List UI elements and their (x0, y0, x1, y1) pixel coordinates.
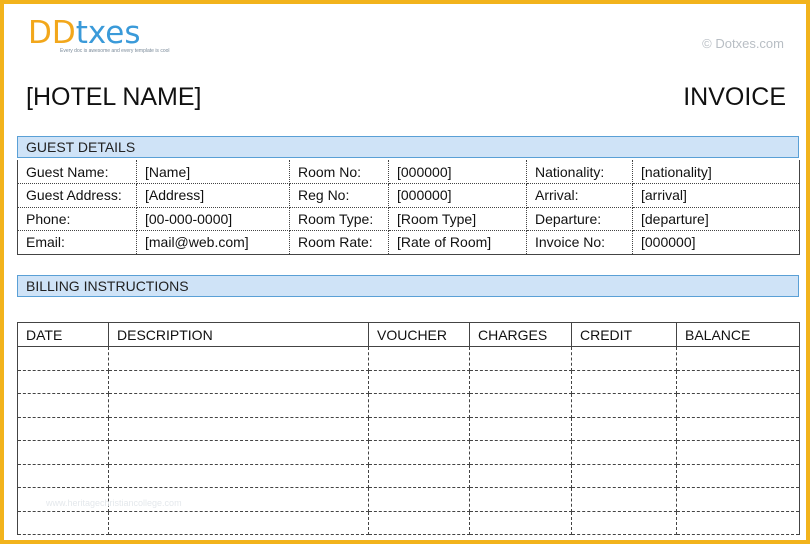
billing-cell[interactable] (469, 511, 572, 535)
billing-cell[interactable] (676, 464, 800, 488)
guest-value[interactable]: [mail@web.com] (136, 230, 290, 255)
billing-cell[interactable] (17, 511, 109, 535)
billing-cell[interactable] (469, 370, 572, 394)
billing-column-header: DESCRIPTION (108, 322, 369, 347)
billing-cell[interactable] (368, 511, 470, 535)
billing-cell[interactable] (469, 440, 572, 465)
billing-cell[interactable] (108, 393, 369, 418)
guest-label: Email: (17, 230, 137, 255)
guest-value[interactable]: [Name] (136, 160, 290, 184)
dotxes-logo: D Dtxes Every doc is awesome and every te… (28, 16, 170, 54)
billing-cell[interactable] (108, 417, 369, 441)
billing-row (17, 511, 800, 535)
billing-column-header: BALANCE (676, 322, 800, 347)
billing-cell[interactable] (571, 417, 677, 441)
billing-cell[interactable] (108, 370, 369, 394)
billing-cell[interactable] (17, 346, 109, 371)
guest-details-table: Guest Name: [Name] Room No: [000000] Nationa… (17, 160, 800, 255)
billing-cell[interactable] (368, 440, 470, 465)
guest-value[interactable]: [Address] (136, 183, 290, 208)
room-value[interactable]: [Room Type] (388, 207, 527, 231)
billing-cell[interactable] (571, 487, 677, 512)
watermark-text: www.heritagechristiancollege.com (46, 498, 182, 508)
billing-cell[interactable] (676, 487, 800, 512)
billing-cell[interactable] (676, 417, 800, 441)
billing-column-header: CHARGES (469, 322, 572, 347)
billing-cell[interactable] (571, 440, 677, 465)
room-label: Reg No: (289, 183, 389, 208)
billing-cell[interactable] (368, 487, 470, 512)
billing-cell[interactable] (17, 370, 109, 394)
billing-instructions-header: BILLING INSTRUCTIONS (17, 275, 799, 297)
info-value[interactable]: [000000] (632, 230, 800, 255)
billing-cell[interactable] (571, 393, 677, 418)
billing-cell[interactable] (108, 511, 369, 535)
billing-cell[interactable] (469, 464, 572, 488)
billing-cell[interactable] (676, 511, 800, 535)
billing-cell[interactable] (17, 417, 109, 441)
guest-label: Phone: (17, 207, 137, 231)
billing-cell[interactable] (676, 370, 800, 394)
guest-label: Guest Address: (17, 183, 137, 208)
billing-cell[interactable] (368, 464, 470, 488)
guest-row: Phone: [00-000-0000] Room Type: [Room Type]… (17, 207, 800, 231)
billing-cell[interactable] (368, 393, 470, 418)
billing-row (17, 370, 800, 394)
billing-cell[interactable] (571, 346, 677, 371)
invoice-title: INVOICE (683, 83, 786, 111)
billing-cell[interactable] (571, 511, 677, 535)
guest-label: Guest Name: (17, 160, 137, 184)
billing-cell[interactable] (469, 487, 572, 512)
billing-cell[interactable] (368, 346, 470, 371)
hotel-name: [HOTEL NAME] (26, 83, 202, 111)
billing-cell[interactable] (469, 417, 572, 441)
guest-row: Guest Address: [Address] Reg No: [000000] Ar… (17, 183, 800, 208)
billing-column-header: CREDIT (571, 322, 677, 347)
billing-row (17, 440, 800, 465)
guest-row: Guest Name: [Name] Room No: [000000] Nationa… (17, 160, 800, 184)
room-value[interactable]: [Rate of Room] (388, 230, 527, 255)
info-value[interactable]: [departure] (632, 207, 800, 231)
billing-cell[interactable] (108, 346, 369, 371)
billing-cell[interactable] (469, 393, 572, 418)
billing-cell[interactable] (676, 440, 800, 465)
billing-row (17, 464, 800, 488)
guest-value[interactable]: [00-000-0000] (136, 207, 290, 231)
billing-cell[interactable] (368, 417, 470, 441)
guest-row: Email: [mail@web.com] Room Rate: [Rate of R… (17, 230, 800, 255)
room-value[interactable]: [000000] (388, 160, 527, 184)
billing-row (17, 393, 800, 418)
billing-cell[interactable] (108, 464, 369, 488)
room-label: Room Rate: (289, 230, 389, 255)
billing-cell[interactable] (571, 370, 677, 394)
billing-cell[interactable] (571, 464, 677, 488)
billing-cell[interactable] (17, 464, 109, 488)
guest-details-header: GUEST DETAILS (17, 136, 799, 158)
billing-column-header: VOUCHER (368, 322, 470, 347)
billing-row (17, 346, 800, 371)
info-value[interactable]: [nationality] (632, 160, 800, 184)
info-label: Arrival: (526, 183, 633, 208)
info-label: Departure: (526, 207, 633, 231)
billing-cell[interactable] (469, 346, 572, 371)
billing-cell[interactable] (17, 393, 109, 418)
logo-tagline: Every doc is awesome and every template … (60, 48, 170, 54)
billing-cell[interactable] (676, 393, 800, 418)
billing-cell[interactable] (368, 370, 470, 394)
info-label: Invoice No: (526, 230, 633, 255)
room-value[interactable]: [000000] (388, 183, 527, 208)
logo-wordmark: D Dtxes (28, 15, 141, 51)
room-label: Room Type: (289, 207, 389, 231)
info-value[interactable]: [arrival] (632, 183, 800, 208)
copyright-text: © Dotxes.com (702, 36, 784, 51)
billing-row (17, 417, 800, 441)
room-label: Room No: (289, 160, 389, 184)
document-frame: D Dtxes Every doc is awesome and every te… (0, 0, 810, 544)
billing-cell[interactable] (17, 440, 109, 465)
info-label: Nationality: (526, 160, 633, 184)
billing-cell[interactable] (108, 440, 369, 465)
billing-column-header: DATE (17, 322, 109, 347)
billing-cell[interactable] (676, 346, 800, 371)
